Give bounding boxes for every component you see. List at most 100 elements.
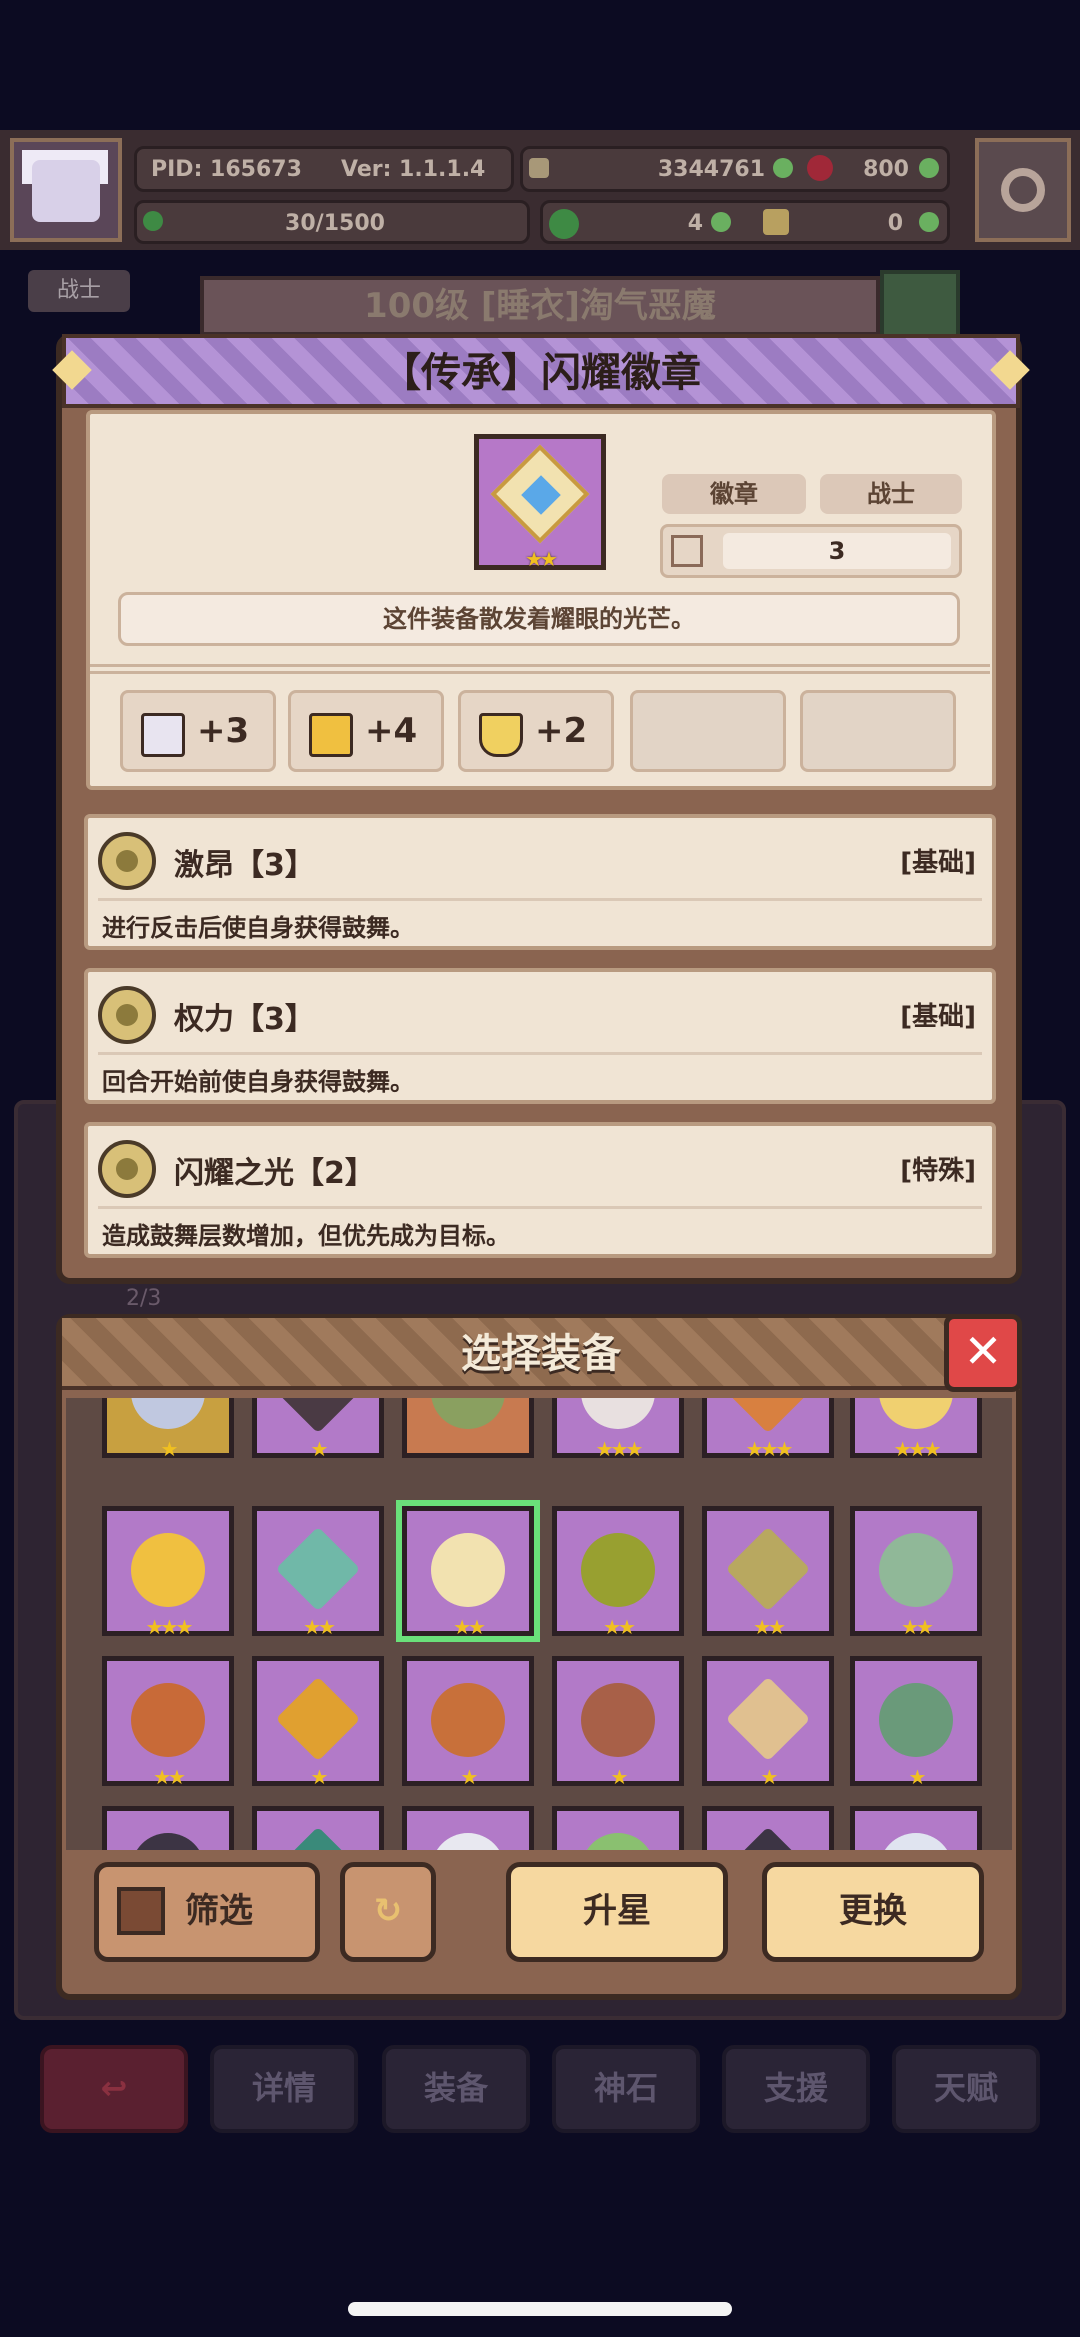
- equipment-slot[interactable]: [850, 1806, 982, 1850]
- equipment-icon: [431, 1398, 505, 1429]
- avatar[interactable]: [10, 138, 122, 242]
- badge-icon: ★★: [474, 434, 606, 571]
- tab-support[interactable]: 支援: [722, 2045, 870, 2133]
- filter-label: 筛选: [185, 1891, 253, 1931]
- add-clover-icon[interactable]: [711, 212, 731, 232]
- equipment-icon: [725, 1826, 811, 1850]
- stat-empty-slot: [800, 690, 956, 772]
- skill-coin-icon: [98, 1140, 156, 1198]
- divider: [90, 664, 990, 674]
- key-icon: [763, 209, 789, 235]
- equipment-slot[interactable]: [252, 1806, 384, 1850]
- equipment-slot[interactable]: ★: [252, 1398, 384, 1461]
- equipment-stars: ★★★: [145, 1615, 194, 1639]
- close-button[interactable]: ✕: [944, 1314, 1022, 1392]
- equipment-stars: ★★: [303, 1615, 336, 1639]
- equipment-slot[interactable]: ★: [552, 1656, 684, 1789]
- equipment-slot[interactable]: ★★: [702, 1506, 834, 1639]
- equipment-slot[interactable]: ★: [252, 1656, 384, 1789]
- equipment-slot[interactable]: ★: [102, 1398, 234, 1461]
- equipment-slot[interactable]: ★★★: [552, 1398, 684, 1461]
- back-button[interactable]: ↩: [40, 2045, 188, 2133]
- add-gold-icon[interactable]: [773, 158, 793, 178]
- skill-tag: [基础]: [900, 1002, 976, 1032]
- add-gem-icon[interactable]: [919, 158, 939, 178]
- equipment-icon: [725, 1676, 811, 1762]
- equipment-icon: [879, 1398, 953, 1429]
- equipment-slot[interactable]: [102, 1806, 234, 1850]
- equipment-slot[interactable]: ★: [702, 1656, 834, 1789]
- equipment-slot[interactable]: ★★★: [850, 1398, 982, 1461]
- item-description: 这件装备散发着耀眼的光芒。: [118, 592, 960, 646]
- skill-card: 权力【3】 [基础] 回合开始前使自身获得鼓舞。: [84, 968, 996, 1104]
- equipment-title: 选择装备: [461, 1331, 621, 1377]
- equipment-slot[interactable]: ★★★: [702, 1398, 834, 1461]
- upstar-button[interactable]: 升星: [506, 1862, 728, 1962]
- help-icon[interactable]: [880, 270, 960, 340]
- equipment-slot[interactable]: ★★: [102, 1656, 234, 1789]
- equipment-stars: ★★: [603, 1615, 636, 1639]
- page-count: 2/3: [126, 1286, 162, 1311]
- stat-boot: +4: [288, 690, 444, 772]
- equipment-stars: ★★: [153, 1765, 186, 1789]
- key-value: 0: [887, 211, 903, 236]
- equipment-slot[interactable]: ★★: [850, 1506, 982, 1639]
- equipment-icon: [275, 1676, 361, 1762]
- equipment-icon: [431, 1683, 505, 1757]
- equipment-icon: [275, 1398, 361, 1434]
- equipment-icon: [275, 1526, 361, 1612]
- equipment-icon: [131, 1683, 205, 1757]
- equipment-icon: [581, 1398, 655, 1429]
- class-tag: 战士: [28, 270, 130, 312]
- equipment-slot[interactable]: ★★: [402, 1506, 534, 1639]
- equipment-icon: [131, 1833, 205, 1850]
- shield-icon: [479, 713, 523, 757]
- skill-coin-icon: [98, 986, 156, 1044]
- tab-talent[interactable]: 天赋: [892, 2045, 1040, 2133]
- equipment-stars: ★★: [753, 1615, 786, 1639]
- equipment-grid[interactable]: ★ ★ ★★★ ★★★ ★★★ ★★★ ★★ ★★ ★★ ★★ ★★ ★★ ★ ★ ★ ★ ★: [66, 1398, 1012, 1850]
- skill-desc: 造成鼓舞层数增加，但优先成为目标。: [102, 1222, 510, 1250]
- home-indicator[interactable]: [348, 2302, 732, 2316]
- replace-button[interactable]: 更换: [762, 1862, 984, 1962]
- equipment-slot[interactable]: ★★: [552, 1506, 684, 1639]
- tab-details[interactable]: 详情: [210, 2045, 358, 2133]
- skill-card: 激昂【3】 [基础] 进行反击后使自身获得鼓舞。: [84, 814, 996, 950]
- type-tag: 徽章: [662, 474, 806, 514]
- equipment-slot[interactable]: [702, 1806, 834, 1850]
- equipment-stars: ★: [310, 1765, 329, 1789]
- equipment-slot[interactable]: [402, 1806, 534, 1850]
- item-stars: ★★: [525, 547, 558, 571]
- equipment-icon: [581, 1683, 655, 1757]
- equipment-slot[interactable]: [552, 1806, 684, 1850]
- pid-bar: PID: 165673 Ver: 1.1.1.4: [134, 146, 514, 192]
- equipment-stars: ★★★: [745, 1437, 794, 1461]
- equipment-stars: ★★: [901, 1615, 934, 1639]
- equipment-stars: ★★: [453, 1615, 486, 1639]
- gem-value: 800: [863, 157, 909, 182]
- refresh-icon: ↻: [373, 1891, 403, 1931]
- refresh-button[interactable]: ↻: [340, 1862, 436, 1962]
- equipment-stars: ★: [760, 1765, 779, 1789]
- equipment-slot[interactable]: ★★: [252, 1506, 384, 1639]
- stat-empty-slot: [630, 690, 786, 772]
- skill-tag: [特殊]: [900, 1156, 976, 1186]
- stat-value: +4: [365, 711, 418, 751]
- add-key-icon[interactable]: [919, 212, 939, 232]
- equipment-slot[interactable]: ★★★: [102, 1506, 234, 1639]
- equipment-slot[interactable]: ★: [850, 1656, 982, 1789]
- currency-bar: 3344761 800: [520, 146, 950, 192]
- equipment-slot[interactable]: ★: [402, 1656, 534, 1789]
- equipment-stars: ★: [460, 1765, 479, 1789]
- version-label: Ver: 1.1.1.4: [341, 157, 486, 182]
- tab-godstone[interactable]: 神石: [552, 2045, 700, 2133]
- stamina-bar: 30/1500: [134, 200, 530, 244]
- filter-button[interactable]: 筛选: [94, 1862, 320, 1962]
- settings-gear-icon[interactable]: [975, 138, 1071, 242]
- equipment-slot[interactable]: [402, 1398, 534, 1458]
- skill-desc: 回合开始前使自身获得鼓舞。: [102, 1068, 414, 1096]
- equipment-icon: [275, 1826, 361, 1850]
- equipment-icon: [581, 1533, 655, 1607]
- stat-shield: +2: [458, 690, 614, 772]
- tab-equipment[interactable]: 装备: [382, 2045, 530, 2133]
